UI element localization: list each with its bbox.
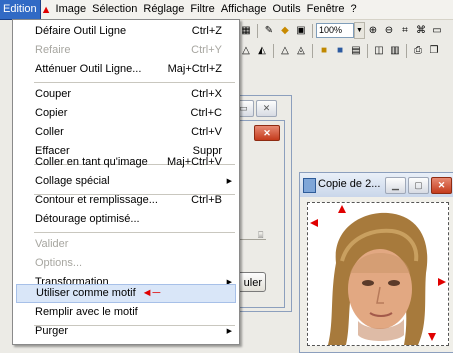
menu-item-paste-special[interactable]: Collage spécial ▶: [14, 172, 238, 191]
triangle-filled-icon[interactable]: ◭: [255, 44, 269, 58]
menu-edition[interactable]: Edition: [0, 0, 41, 20]
menu-item-redo[interactable]: Refaire Ctrl+Y: [14, 41, 238, 60]
menu-item-purge[interactable]: Purger ▶: [14, 322, 238, 341]
menu-selection[interactable]: Sélection: [89, 0, 140, 19]
menu-affichage[interactable]: Affichage: [218, 0, 270, 19]
menu-item-validate[interactable]: Valider: [14, 235, 238, 254]
edition-menu: Défaire Outil Ligne Ctrl+Z Refaire Ctrl+…: [12, 19, 240, 345]
menu-separator: [34, 232, 235, 233]
tool-icon[interactable]: ✎: [262, 24, 276, 38]
menu-item-paste[interactable]: Coller Ctrl+V: [14, 123, 238, 142]
toolbar-row-1: ▦ ✎ ◆ ▣ 100% ▼ ⊕ ⊖ ⌗ ⌘ ▭: [238, 21, 445, 40]
menu-item-fill-pattern[interactable]: Remplir avec le motif: [14, 303, 238, 322]
menu-fenetre[interactable]: Fenêtre: [304, 0, 348, 19]
grid-icon[interactable]: ▤: [349, 44, 363, 58]
zoom-out-icon[interactable]: ⊖: [382, 24, 396, 38]
zoom-in-icon[interactable]: ⊕: [366, 24, 380, 38]
menu-item-cut[interactable]: Couper Ctrl+X: [14, 85, 238, 104]
menu-item-optimized-cutout[interactable]: Détourage optimisé...: [14, 210, 238, 229]
menu-filtre[interactable]: Filtre: [187, 0, 217, 19]
layer-blue-icon[interactable]: ■: [333, 44, 347, 58]
minimize-icon[interactable]: ▁: [385, 177, 406, 194]
maximize-icon[interactable]: ▢: [408, 177, 429, 194]
menu-reglage[interactable]: Réglage: [140, 0, 187, 19]
menu-item-paste-as-image[interactable]: Coller en tant qu'image Maj+Ctrl+V: [14, 153, 238, 172]
fit-window-icon[interactable]: ⌗: [398, 24, 412, 38]
portrait-image: [308, 203, 448, 345]
dialog-close-icon[interactable]: ✕: [254, 125, 280, 141]
menu-item-copy[interactable]: Copier Ctrl+C: [14, 104, 238, 123]
display-icon[interactable]: ▣: [294, 24, 308, 38]
submenu-arrow-icon: ▶: [226, 178, 232, 185]
monitor-icon[interactable]: ▭: [430, 24, 444, 38]
palette-icon[interactable]: ◆: [278, 24, 292, 38]
menu-bar: Edition ▲ Image Sélection Réglage Filtre…: [0, 0, 453, 20]
menu-item-options[interactable]: Options...: [14, 254, 238, 273]
triangle-flip-icon[interactable]: ◬: [294, 44, 308, 58]
menu-outils[interactable]: Outils: [269, 0, 303, 19]
photo-window-titlebar[interactable]: Copie de 2... ▁ ▢ ✕: [300, 173, 453, 197]
menu-item-define-pattern[interactable]: Utiliser comme motif ◄─: [16, 284, 236, 303]
layer-icon[interactable]: ■: [317, 44, 331, 58]
menu-image[interactable]: Image: [53, 0, 90, 19]
image-canvas[interactable]: [307, 202, 449, 346]
photo-window: Copie de 2... ▁ ▢ ✕: [299, 172, 453, 353]
red-arrow-left-icon: ◄─: [141, 287, 161, 299]
zoom-field[interactable]: 100%: [316, 23, 354, 38]
triangle-outline-icon[interactable]: △: [278, 44, 292, 58]
submenu-arrow-icon: ▶: [226, 328, 232, 335]
menu-item-stroke-fill[interactable]: Contour et remplissage... Ctrl+B: [14, 191, 238, 210]
zoom-dropdown-icon[interactable]: ▼: [354, 22, 365, 39]
close-icon[interactable]: ✕: [431, 177, 452, 194]
triangle-icon[interactable]: △: [239, 44, 253, 58]
toolbar-icon[interactable]: ▦: [239, 24, 253, 38]
menu-item-undo[interactable]: Défaire Outil Ligne Ctrl+Z: [14, 22, 238, 41]
panel-alt-icon[interactable]: ▥: [388, 44, 402, 58]
menu-item-fade[interactable]: Atténuer Outil Ligne... Maj+Ctrl+Z: [14, 60, 238, 79]
full-size-icon[interactable]: ⌘: [414, 24, 428, 38]
copy-icon[interactable]: ❐: [427, 44, 441, 58]
folder-icon[interactable]: ⌸: [258, 230, 263, 241]
toolbar-row-2: △ ◭ △ ◬ ■ ■ ▤ ◫ ▥ ⎙ ❐: [238, 41, 442, 60]
red-pointer-icon: ▲: [40, 3, 52, 16]
menu-separator: [34, 82, 235, 83]
menu-help[interactable]: ?: [348, 0, 360, 19]
photo-window-title: Copie de 2...: [318, 178, 381, 190]
close-icon[interactable]: ✕: [256, 100, 277, 117]
panel-icon[interactable]: ◫: [372, 44, 386, 58]
print-icon[interactable]: ⎙: [411, 44, 425, 58]
document-icon: [303, 178, 316, 193]
